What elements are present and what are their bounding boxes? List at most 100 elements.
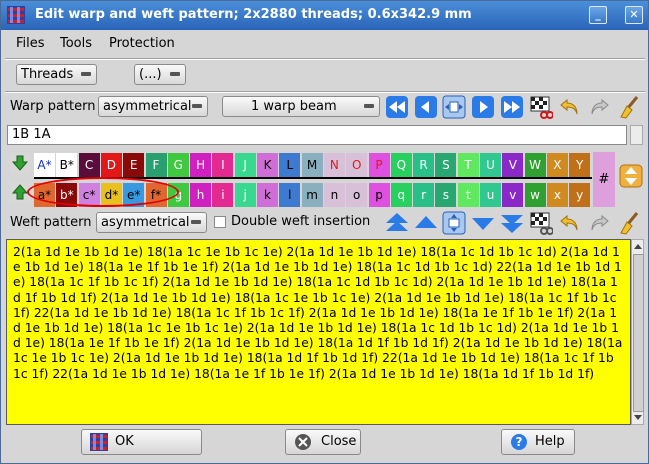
weft-yarn-cell[interactable]: v: [502, 183, 524, 207]
undo-icon[interactable]: [558, 211, 582, 235]
clear-broom-icon[interactable]: [617, 211, 641, 235]
rewind-first-icon[interactable]: [385, 95, 409, 119]
warp-yarn-cell[interactable]: H: [190, 153, 212, 177]
field-scrollbar[interactable]: [630, 125, 643, 145]
weft-mode-combo[interactable]: asymmetrical: [96, 212, 207, 233]
weft-yarn-cell[interactable]: r: [413, 183, 435, 207]
threads-combo[interactable]: Threads: [16, 64, 97, 85]
checker-cut-icon[interactable]: [529, 95, 553, 119]
to-top-icon[interactable]: [385, 211, 409, 235]
weft-yarn-cell[interactable]: b*: [56, 183, 78, 207]
double-weft-label: Double weft insertion: [231, 214, 371, 229]
weft-yarn-cell[interactable]: a*: [34, 183, 55, 207]
weft-yarn-cell[interactable]: d*: [100, 183, 122, 207]
warp-yarn-cell[interactable]: W: [524, 153, 546, 177]
weave-icon: [7, 6, 25, 24]
menu-files[interactable]: Files: [16, 36, 45, 51]
warp-yarn-cell[interactable]: C: [78, 153, 100, 177]
move-down-icon[interactable]: [10, 153, 30, 173]
weft-yarn-cell[interactable]: k: [257, 183, 278, 207]
weft-pattern-textarea[interactable]: 2(1a 1d 1e 1b 1d 1e) 18(1a 1c 1e 1b 1c 1…: [6, 239, 631, 425]
weft-yarn-cell[interactable]: n: [323, 183, 345, 207]
warp-yarn-cell[interactable]: M: [301, 153, 323, 177]
yarn-hash-cell[interactable]: #: [593, 152, 615, 207]
warp-yarn-cell[interactable]: E: [123, 153, 145, 177]
fit-height-icon[interactable]: [442, 211, 466, 235]
checker-cut-icon[interactable]: [529, 211, 553, 235]
weft-yarn-cell[interactable]: j: [234, 183, 256, 207]
ok-button[interactable]: OK: [81, 429, 202, 455]
weft-yarn-cell[interactable]: y: [569, 183, 591, 207]
title-bar[interactable]: Edit warp and weft pattern; 2x2880 threa…: [1, 1, 648, 30]
step-back-icon[interactable]: [414, 95, 438, 119]
warp-yarn-cell[interactable]: A*: [34, 153, 55, 177]
minimize-button[interactable]: _: [589, 6, 607, 24]
redo-icon[interactable]: [587, 211, 611, 235]
fit-width-icon[interactable]: [442, 95, 466, 119]
weft-yarn-cell[interactable]: g: [167, 183, 189, 207]
move-up-icon[interactable]: [10, 182, 30, 202]
ok-label: OK: [115, 434, 134, 449]
warp-yarn-cell[interactable]: T: [457, 153, 479, 177]
warp-yarn-cell[interactable]: P: [368, 153, 390, 177]
weft-yarn-cell[interactable]: t: [457, 183, 479, 207]
weft-yarn-cell[interactable]: f*: [145, 183, 167, 207]
menu-tools[interactable]: Tools: [60, 36, 92, 51]
warp-mode-combo[interactable]: asymmetrical: [98, 96, 208, 117]
weft-yarn-cell[interactable]: i: [212, 183, 234, 207]
weft-yarn-cell[interactable]: q: [390, 183, 412, 207]
warp-yarn-cell[interactable]: I: [212, 153, 234, 177]
warp-yarn-cell[interactable]: B*: [56, 153, 78, 177]
weft-yarn-cell[interactable]: e*: [123, 183, 145, 207]
to-bottom-icon[interactable]: [500, 211, 524, 235]
warp-yarn-cell[interactable]: N: [323, 153, 345, 177]
pattern-scrollbar[interactable]: [631, 239, 644, 425]
weft-yarn-cell[interactable]: u: [480, 183, 501, 207]
warp-yarn-cell[interactable]: R: [413, 153, 435, 177]
warp-yarn-cell[interactable]: Y: [569, 153, 591, 177]
scroll-up-icon[interactable]: [634, 244, 642, 249]
pattern-entry-field[interactable]: 1B 1A: [7, 125, 627, 145]
warp-beam-combo[interactable]: 1 warp beam: [222, 96, 380, 117]
swap-vertical-icon[interactable]: [619, 164, 643, 188]
forward-last-icon[interactable]: [500, 95, 524, 119]
weft-yarn-cell[interactable]: o: [346, 183, 368, 207]
warp-yarn-cell[interactable]: S: [435, 153, 457, 177]
weft-yarn-cell[interactable]: l: [279, 183, 301, 207]
warp-yarn-cell[interactable]: Q: [390, 153, 412, 177]
step-down-icon[interactable]: [471, 211, 495, 235]
step-forward-icon[interactable]: [471, 95, 495, 119]
close-button[interactable]: Close: [285, 429, 361, 455]
weft-mode-value: asymmetrical: [101, 215, 190, 230]
close-window-button[interactable]: ✕: [625, 6, 643, 24]
weft-yarn-cell[interactable]: s: [435, 183, 457, 207]
weft-yarn-cell[interactable]: m: [301, 183, 323, 207]
redo-icon[interactable]: [587, 95, 611, 119]
warp-yarn-cell[interactable]: G: [167, 153, 189, 177]
undo-icon[interactable]: [558, 95, 582, 119]
warp-yarn-cell[interactable]: L: [279, 153, 301, 177]
warp-yarn-cell[interactable]: J: [234, 153, 256, 177]
warp-yarn-cell[interactable]: D: [100, 153, 122, 177]
warp-yarn-cell[interactable]: X: [546, 153, 568, 177]
warp-yarn-cell[interactable]: O: [346, 153, 368, 177]
step-up-icon[interactable]: [414, 211, 438, 235]
clear-broom-icon[interactable]: [617, 95, 641, 119]
double-weft-checkbox[interactable]: [214, 216, 226, 228]
ellipsis-combo[interactable]: (...): [134, 64, 186, 85]
weft-yarn-cell[interactable]: x: [546, 183, 568, 207]
scroll-thumb[interactable]: [633, 254, 644, 412]
minimize-icon: _: [595, 8, 601, 21]
menu-protection[interactable]: Protection: [109, 36, 175, 51]
warp-yarn-cell[interactable]: F: [145, 153, 167, 177]
warp-yarn-cell[interactable]: U: [480, 153, 501, 177]
weft-yarn-cell[interactable]: c*: [78, 183, 100, 207]
warp-yarn-cell[interactable]: V: [502, 153, 524, 177]
chevron-down-icon: [364, 104, 374, 108]
weft-yarn-cell[interactable]: h: [190, 183, 212, 207]
weft-yarn-cell[interactable]: p: [368, 183, 390, 207]
warp-yarn-cell[interactable]: K: [257, 153, 278, 177]
help-button[interactable]: ? Help: [501, 429, 575, 455]
weft-yarn-cell[interactable]: w: [524, 183, 546, 207]
scroll-down-icon[interactable]: [634, 415, 642, 420]
